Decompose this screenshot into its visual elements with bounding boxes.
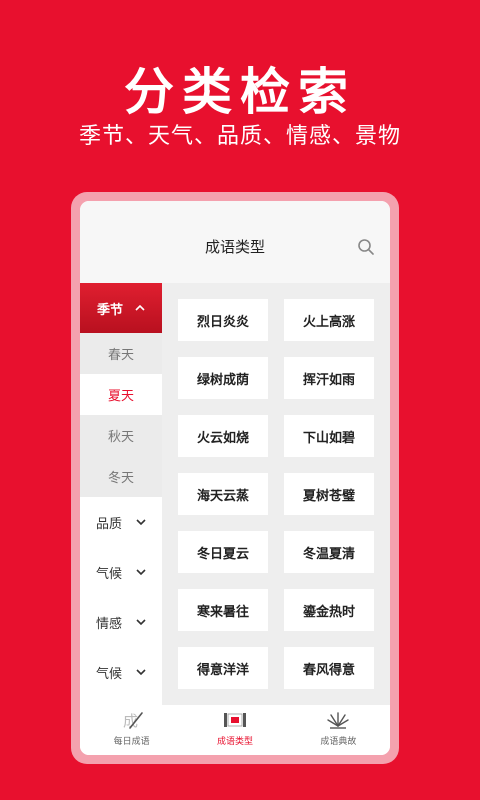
sidebar-group-season[interactable]: 季节 <box>80 283 162 333</box>
sidebar-item-quality[interactable]: 品质 <box>80 497 162 547</box>
idiom-chip[interactable]: 得意洋洋 <box>178 647 268 689</box>
idiom-chip[interactable]: 鎏金热时 <box>284 589 374 631</box>
sidebar-item-label: 情感 <box>95 616 122 632</box>
tab-label: 成语典故 <box>320 737 357 747</box>
sidebar-item-climate-2[interactable]: 气候 <box>80 647 162 697</box>
tab-daily-idiom[interactable]: 成 每日成语 <box>80 705 183 755</box>
sidebar-item-emotion[interactable]: 情感 <box>80 597 162 647</box>
sidebar-item-winter[interactable]: 冬天 <box>80 456 162 497</box>
search-icon[interactable] <box>356 237 376 257</box>
idiom-chip[interactable]: 春风得意 <box>284 647 374 689</box>
app-header: 成语类型 <box>80 201 390 283</box>
idiom-chip[interactable]: 绿树成荫 <box>178 357 268 399</box>
chevron-down-icon <box>136 519 146 526</box>
page-title: 成语类型 <box>204 237 265 256</box>
chevron-down-icon <box>136 619 146 626</box>
chevron-down-icon <box>136 669 146 676</box>
tab-idiom-story[interactable]: 成语典故 <box>287 705 390 755</box>
sidebar-item-climate[interactable]: 气候 <box>80 547 162 597</box>
category-sidebar: 季节 春天 夏天 秋天 冬天 品质 气候 情感 气候 <box>80 283 162 705</box>
tab-label: 每日成语 <box>113 737 150 747</box>
chevron-up-icon <box>135 304 145 311</box>
fan-icon <box>327 712 350 729</box>
sidebar-group-label: 季节 <box>96 302 123 318</box>
idiom-chip[interactable]: 下山如碧 <box>284 415 374 457</box>
phone-frame: 成语类型 季节 春天 夏天 秋天 冬天 品质 气候 情感 气候 烈日炎炎 火上高… <box>71 192 399 764</box>
hero-subtitle: 季节、天气、品质、情感、景物 <box>78 124 401 149</box>
app-screen: 成语类型 季节 春天 夏天 秋天 冬天 品质 气候 情感 气候 烈日炎炎 火上高… <box>80 201 390 755</box>
sidebar-item-spring[interactable]: 春天 <box>80 333 162 374</box>
tab-idiom-type[interactable]: 成语类型 <box>183 705 286 755</box>
sidebar-item-label: 品质 <box>95 516 122 532</box>
idiom-chip[interactable]: 冬温夏清 <box>284 531 374 573</box>
sidebar-item-label: 气候 <box>95 566 122 582</box>
brush-icon: 成 <box>123 712 143 730</box>
sidebar-item-label: 气候 <box>95 666 122 682</box>
idiom-chip[interactable]: 烈日炎炎 <box>178 299 268 341</box>
idiom-chip[interactable]: 冬日夏云 <box>178 531 268 573</box>
bottom-tabbar: 成 每日成语 成语类型 成语典故 <box>80 705 390 755</box>
idiom-chip[interactable]: 火上高涨 <box>284 299 374 341</box>
idiom-chip[interactable]: 夏树苍璧 <box>284 473 374 515</box>
sidebar-item-autumn[interactable]: 秋天 <box>80 415 162 456</box>
idiom-chip[interactable]: 挥汗如雨 <box>284 357 374 399</box>
idiom-chip[interactable]: 海天云蒸 <box>178 473 268 515</box>
sidebar-item-summer[interactable]: 夏天 <box>80 374 162 415</box>
idiom-grid: 烈日炎炎 火上高涨 绿树成荫 挥汗如雨 火云如烧 下山如碧 海天云蒸 夏树苍璧 … <box>162 283 390 705</box>
idiom-chip[interactable]: 寒来暑往 <box>178 589 268 631</box>
hero-title: 分类检索 <box>124 63 356 121</box>
idiom-chip[interactable]: 火云如烧 <box>178 415 268 457</box>
scroll-icon <box>223 713 246 727</box>
category-body: 季节 春天 夏天 秋天 冬天 品质 气候 情感 气候 烈日炎炎 火上高涨 绿树成… <box>80 283 390 705</box>
tab-label: 成语类型 <box>216 737 253 747</box>
chevron-down-icon <box>136 569 146 576</box>
